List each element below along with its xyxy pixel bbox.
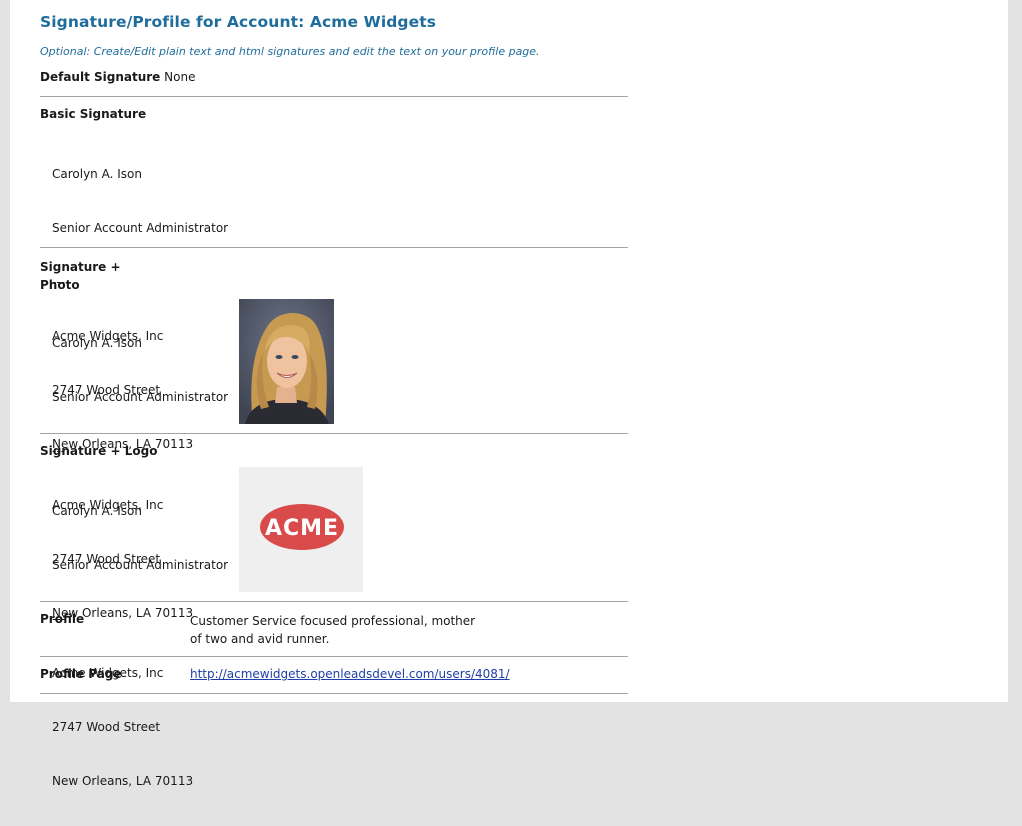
content-panel: Signature/Profile for Account: Acme Widg… [10,0,1008,788]
default-signature-row: Default Signature None [40,70,195,84]
company-logo: ACME [239,467,363,592]
profile-page-label: Profile Page [40,667,122,681]
signature-logo-label: Signature + Logo [40,444,158,458]
basic-signature-label: Basic Signature [40,107,147,121]
page-subtitle: Optional: Create/Edit plain text and htm… [40,45,540,58]
signature-line: Carolyn A. Ison [52,504,142,518]
page-title: Signature/Profile for Account: Acme Widg… [40,13,437,31]
signature-photo-label: Signature + Photo [40,258,121,294]
profile-text: Customer Service focused professional, m… [190,612,475,648]
profile-text-line: of two and avid runner. [190,632,330,646]
divider [40,601,628,602]
divider [40,247,628,248]
profile-label: Profile [40,612,85,626]
profile-text-line: Customer Service focused professional, m… [190,614,476,628]
signature-line: Carolyn A. Ison [52,167,142,181]
signature-line: Senior Account Administrator [52,558,229,572]
divider [40,96,628,97]
default-signature-value: None [164,70,196,84]
profile-photo [239,299,334,424]
signature-line: Senior Account Administrator [52,390,229,404]
profile-page-link[interactable]: http://acmewidgets.openleadsdevel.com/us… [190,667,510,681]
signature-photo-label-line: Signature + [40,260,121,274]
acme-logo-text: ACME [265,516,339,541]
signature-line: 2747 Wood Street [52,720,161,734]
divider [40,693,628,694]
signature-line: Carolyn A. Ison [52,336,142,350]
signature-line: Senior Account Administrator [52,221,229,235]
signature-photo-label-line: Photo [40,278,80,292]
acme-logo: ACME [260,504,344,550]
profile-photo-image [239,299,334,424]
divider [40,656,628,657]
default-signature-label: Default Signature [40,70,161,84]
signature-line: New Orleans, LA 70113 [52,774,194,788]
divider [40,433,628,434]
